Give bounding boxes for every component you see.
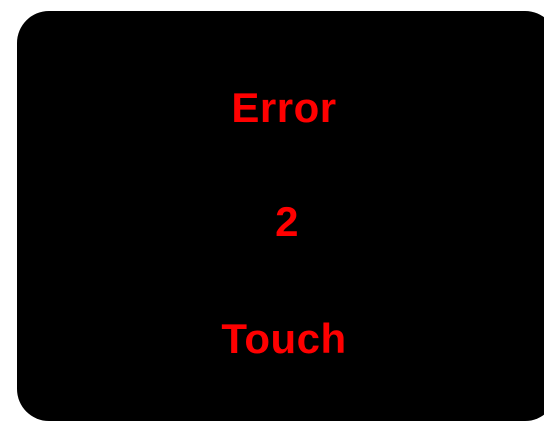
error-title: Error	[231, 84, 337, 131]
error-code: 2	[275, 198, 299, 245]
touch-prompt[interactable]: Touch	[14, 314, 544, 364]
error-display-panel[interactable]: Error 2 Touch	[17, 11, 544, 421]
